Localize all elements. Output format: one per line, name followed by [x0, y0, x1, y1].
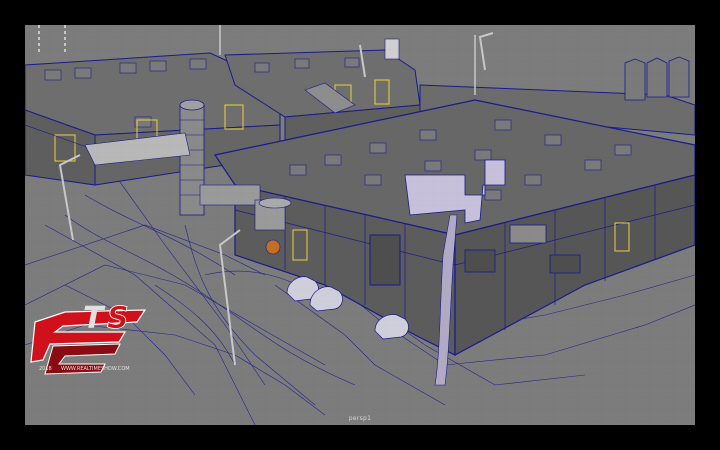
camera-label: persp1 [348, 415, 372, 422]
rts-logo: T S 2018 WWW.REALTIMESHOW.COM [30, 301, 147, 375]
svg-text:S: S [107, 301, 129, 336]
rts-logo-mark: T S [30, 301, 147, 375]
svg-text:T: T [83, 301, 106, 336]
logo-tagline: WWW.REALTIMESHOW.COM [61, 366, 130, 372]
logo-year: 2018 [39, 366, 52, 372]
screen-frame: persp1 T S 2018 WWW.REALTIMESHOW.COM [0, 0, 720, 450]
